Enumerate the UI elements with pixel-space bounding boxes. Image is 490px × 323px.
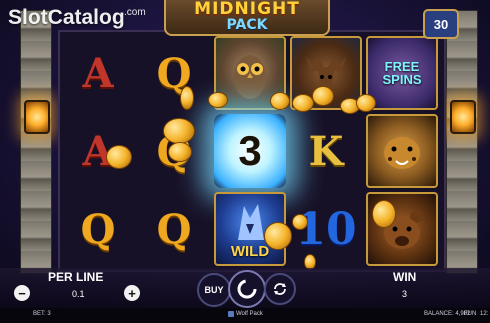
game-logo-title: MIDNIGHT [194,0,300,19]
gold-coin [270,92,290,110]
plus-icon: + [128,285,136,301]
symbol-q: Q [156,49,192,97]
gold-coin [292,94,314,112]
symbol-k: K [308,127,344,175]
gold-coin [264,222,292,250]
jaguar-symbol [366,114,438,188]
stone-pillar-right [446,10,478,274]
bet-readout: BET: 3 [33,311,51,317]
win-value: 3 [402,289,408,299]
spin-icon [237,279,257,299]
buy-button[interactable]: BUY [197,273,231,307]
stone-pillar-left [20,10,52,274]
lines-badge: 30 [423,9,459,39]
symbol-a: A [82,49,114,97]
symbol-3-win: 3 [214,114,286,188]
clock-readout: 12: [480,311,489,317]
free-spins-symbol: FREE SPINS [366,36,438,110]
jaguar-icon [384,137,420,169]
game-icon [228,311,234,317]
gold-coin [168,142,192,162]
gold-coin [372,200,396,228]
game-screen: A A Q Q Q Q 3 WILD [0,0,490,323]
symbol-q: Q [156,205,192,253]
slotcatalog-watermark-domain: .com [124,7,146,18]
per-line-label: PER LINE [48,270,104,284]
buy-button-label: BUY [204,285,224,295]
win-label: WIN [393,270,417,284]
minus-icon: − [18,285,26,301]
game-logo-subtitle: PACK [226,17,268,33]
autoplay-icon [274,283,286,295]
gold-coin [208,92,228,108]
mode-readout: FUN [464,311,477,317]
gold-coin [356,94,376,112]
game-name: Wolf Pack [236,311,263,317]
autoplay-button[interactable] [264,273,296,305]
gold-coin [292,214,308,230]
symbol-q: Q [80,205,116,253]
plus-button[interactable]: + [124,285,140,301]
gold-coin [312,86,334,106]
game-logo: MIDNIGHT PACK [164,0,330,36]
lantern-right [450,100,476,134]
spin-button[interactable] [228,270,266,308]
symbol-3: 3 [238,127,262,174]
status-bar: BET: 3 Wolf Pack BALANCE: 4,982 FUN 12: [0,308,490,323]
lantern-left [24,100,50,134]
slotcatalog-watermark: SlotCatalog [8,6,125,29]
per-line-value: 0.1 [72,289,85,299]
minus-button[interactable]: − [14,285,30,301]
gold-coin [180,86,194,110]
owl-icon [234,55,266,99]
gold-coin [106,145,132,169]
free-spins-label: FREE SPINS [382,59,422,87]
gold-coin [163,118,195,144]
